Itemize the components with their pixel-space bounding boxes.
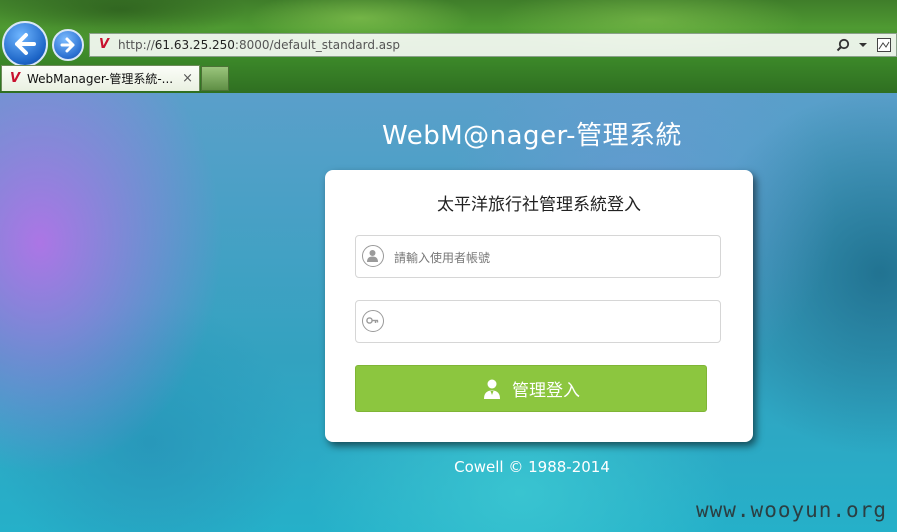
login-button[interactable]: 管理登入 bbox=[355, 365, 707, 412]
username-field[interactable] bbox=[355, 235, 721, 279]
username-input[interactable] bbox=[392, 236, 716, 279]
site-favicon-icon: V bbox=[98, 37, 110, 52]
password-input[interactable] bbox=[392, 301, 716, 344]
arrow-left-icon bbox=[15, 33, 36, 55]
user-icon bbox=[362, 245, 384, 267]
login-card: 太平洋旅行社管理系統登入 請輸入使用者帳號 管理登入 bbox=[325, 170, 753, 442]
url-path: :8000/default_standard.asp bbox=[234, 38, 401, 52]
back-button[interactable] bbox=[2, 21, 48, 67]
forward-button[interactable] bbox=[52, 29, 84, 61]
arrow-right-icon bbox=[60, 37, 75, 53]
browser-chrome: V http://61.63.25.250:8000/default_stand… bbox=[0, 0, 897, 93]
copyright-text: Cowell © 1988-2014 bbox=[454, 458, 610, 476]
new-tab-button[interactable] bbox=[201, 66, 229, 91]
search-icon[interactable] bbox=[836, 38, 850, 52]
site-title: WebM@nager-管理系統 bbox=[382, 121, 682, 151]
url-host: 61.63.25.250 bbox=[154, 38, 235, 52]
address-bar[interactable]: V http://61.63.25.250:8000/default_stand… bbox=[89, 33, 897, 57]
address-actions bbox=[836, 37, 896, 53]
tab-favicon-icon: V bbox=[9, 70, 21, 86]
login-title: 太平洋旅行社管理系統登入 bbox=[437, 195, 641, 215]
close-tab-icon[interactable]: × bbox=[182, 71, 193, 86]
page-background: WebM@nager-管理系統 太平洋旅行社管理系統登入 請輸入使用者帳號 管理… bbox=[0, 93, 897, 532]
dropdown-chevron-icon[interactable] bbox=[858, 40, 868, 50]
password-field[interactable] bbox=[355, 300, 721, 344]
watermark-text: www.wooyun.org bbox=[695, 498, 887, 522]
tab-webmanager[interactable]: V WebManager-管理系統-... × bbox=[1, 65, 200, 91]
login-button-label: 管理登入 bbox=[512, 381, 580, 401]
tab-strip: V WebManager-管理系統-... × bbox=[0, 63, 897, 93]
url-scheme: http:// bbox=[118, 38, 155, 52]
url-text[interactable]: http://61.63.25.250:8000/default_standar… bbox=[118, 38, 400, 52]
compatibility-view-icon[interactable] bbox=[876, 37, 892, 53]
key-icon bbox=[362, 310, 384, 332]
tab-title: WebManager-管理系統-... bbox=[27, 72, 174, 86]
admin-user-icon bbox=[484, 379, 500, 399]
